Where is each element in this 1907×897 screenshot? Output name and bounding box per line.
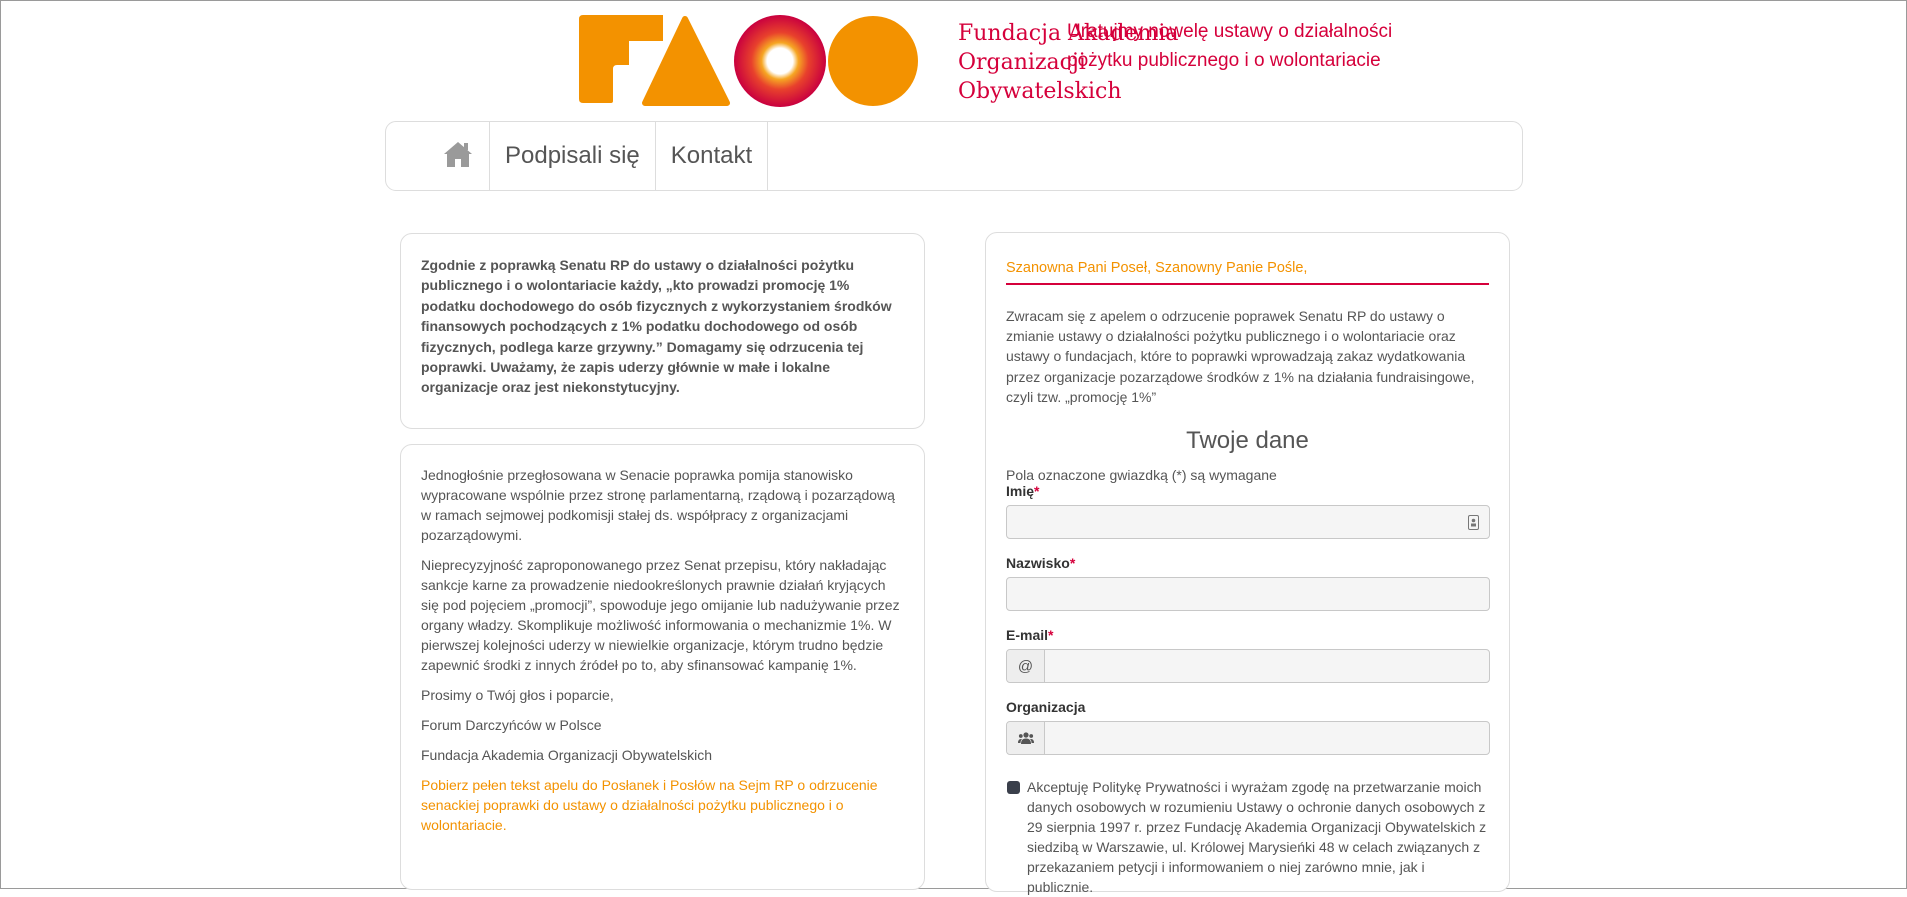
main-navigation: Podpisali się Kontakt bbox=[385, 121, 1523, 191]
details-paragraph: Prosimy o Twój głos i poparcie, bbox=[421, 687, 614, 703]
details-paragraph: Forum Darczyńców w Polsce bbox=[421, 717, 602, 733]
last-name-field-group: Nazwisko* bbox=[1006, 555, 1490, 612]
first-name-input[interactable] bbox=[1007, 506, 1489, 539]
details-paragraph: Fundacja Akademia Organizacji Obywatelsk… bbox=[421, 747, 713, 763]
email-label: E-mail* bbox=[1006, 627, 1054, 644]
details-paragraph: Nieprecyzyjność zaproponowanego przez Se… bbox=[421, 557, 900, 673]
email-input[interactable] bbox=[1045, 650, 1489, 683]
email-field-group: E-mail* @ bbox=[1006, 627, 1490, 684]
nav-item-signed[interactable]: Podpisali się bbox=[490, 122, 656, 190]
lead-text: Zgodnie z poprawką Senatu RP do ustawy o… bbox=[421, 257, 892, 396]
home-icon bbox=[442, 140, 474, 173]
last-name-field-box bbox=[1006, 577, 1490, 612]
first-name-field-box bbox=[1006, 505, 1490, 540]
privacy-consent-checkbox[interactable] bbox=[1007, 781, 1020, 795]
details-panel: Jednogłośnie przegłosowana w Senacie pop… bbox=[400, 444, 925, 890]
privacy-consent: Akceptuję Politykę Prywatności i wyrażam… bbox=[1006, 777, 1489, 897]
lead-panel: Zgodnie z poprawką Senatu RP do ustawy o… bbox=[400, 233, 925, 429]
email-field-box: @ bbox=[1006, 649, 1490, 684]
details-paragraph: Jednogłośnie przegłosowana w Senacie pop… bbox=[421, 467, 895, 543]
privacy-consent-text: Akceptuję Politykę Prywatności i wyrażam… bbox=[1027, 779, 1487, 896]
download-appeal-link[interactable]: Pobierz pełen tekst apelu do Posłanek i … bbox=[421, 775, 904, 835]
nav-home[interactable] bbox=[386, 122, 490, 190]
first-name-label: Imię* bbox=[1006, 483, 1040, 500]
organization-field-group: Organizacja bbox=[1006, 699, 1490, 756]
last-name-input[interactable] bbox=[1007, 578, 1489, 611]
form-greeting: Szanowna Pani Poseł, Szanowny Panie Pośl… bbox=[1006, 260, 1489, 285]
last-name-label: Nazwisko* bbox=[1006, 555, 1076, 572]
contact-card-icon bbox=[1468, 515, 1479, 535]
at-sign-icon: @ bbox=[1007, 650, 1045, 683]
users-icon bbox=[1007, 722, 1045, 755]
faoo-logo-graphic bbox=[579, 15, 918, 107]
organization-input[interactable] bbox=[1045, 722, 1489, 755]
petition-form-panel: Szanowna Pani Poseł, Szanowny Panie Pośl… bbox=[985, 232, 1510, 895]
form-section-title: Twoje dane bbox=[1186, 427, 1309, 455]
organization-label: Organizacja bbox=[1006, 699, 1086, 716]
site-logo[interactable] bbox=[579, 15, 921, 107]
form-intro: Zwracam się z apelem o odrzucenie popraw… bbox=[1006, 308, 1475, 405]
nav-item-contact[interactable]: Kontakt bbox=[656, 122, 769, 190]
campaign-tagline: Uratujmy nowelę ustawy o działalności po… bbox=[1067, 21, 1393, 71]
organization-field-box bbox=[1006, 721, 1490, 756]
first-name-field-group: Imię* bbox=[1006, 483, 1490, 540]
required-note: Pola oznaczone gwiazdką (*) są wymagane bbox=[1006, 467, 1277, 484]
